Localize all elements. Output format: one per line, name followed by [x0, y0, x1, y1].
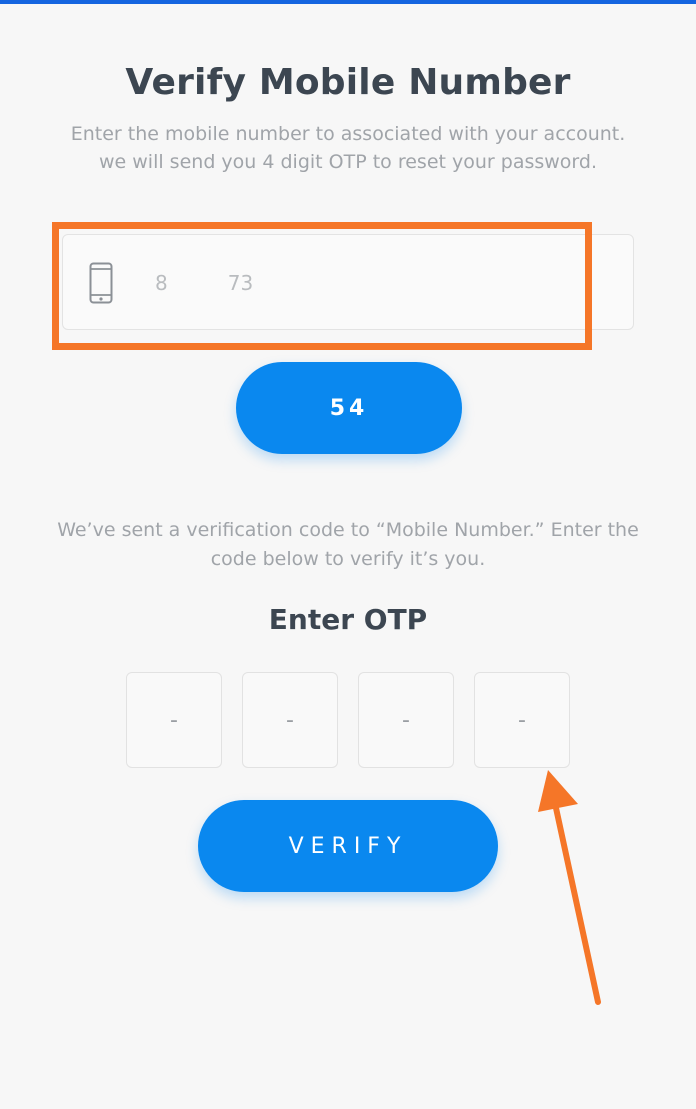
page-title: Verify Mobile Number	[125, 62, 571, 103]
verification-sent-message: We’ve sent a verification code to “Mobil…	[57, 519, 639, 570]
otp-digit-3[interactable]: -	[358, 672, 454, 768]
mobile-number-input[interactable]	[155, 265, 595, 301]
otp-heading: Enter OTP	[268, 603, 428, 636]
mobile-phone-icon	[89, 262, 113, 304]
otp-digit-1[interactable]: -	[126, 672, 222, 768]
mobile-number-field[interactable]	[62, 234, 634, 330]
top-accent-bar	[0, 0, 696, 4]
page-subtitle: Enter the mobile number to associated wi…	[70, 123, 626, 173]
otp-digit-4[interactable]: -	[474, 672, 570, 768]
otp-digit-2[interactable]: -	[242, 672, 338, 768]
verify-button[interactable]: VERIFY	[198, 800, 498, 892]
resend-timer-button[interactable]: 54	[236, 362, 462, 454]
